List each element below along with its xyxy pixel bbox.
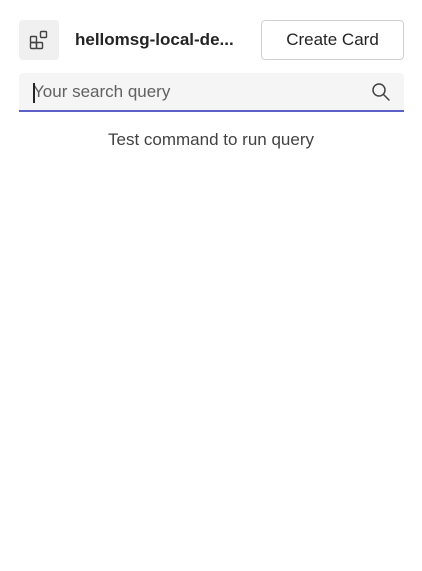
messaging-extension-panel: hellomsg-local-de... Create Card Test co… [0,0,422,571]
search-icon[interactable] [370,81,392,103]
query-hint-text: Test command to run query [108,130,314,149]
search-input[interactable] [19,73,370,110]
app-title: hellomsg-local-de... [75,30,234,49]
app-grid-icon [19,20,59,60]
create-card-button[interactable]: Create Card [261,20,404,60]
panel-header: hellomsg-local-de... Create Card [19,20,404,60]
search-box[interactable] [19,73,404,112]
text-cursor [33,83,35,103]
